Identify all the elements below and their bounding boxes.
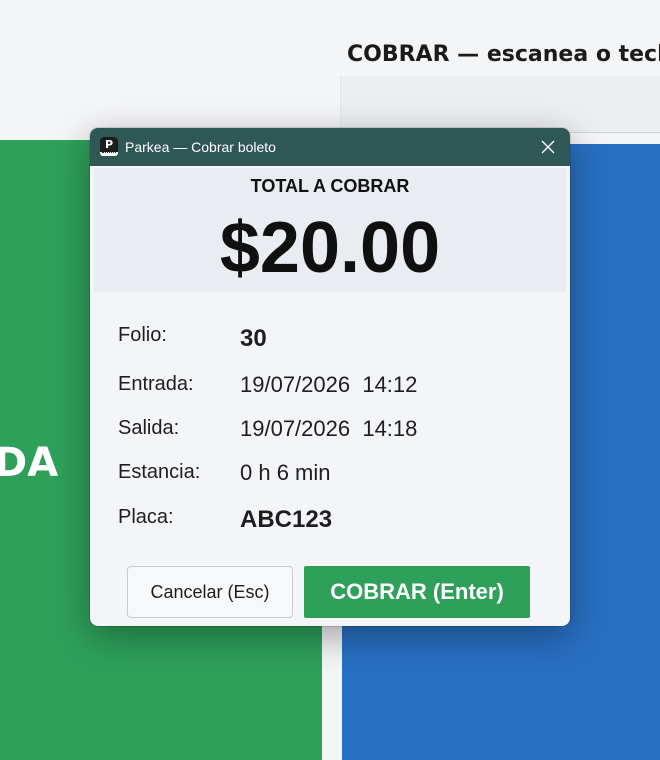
dialog-close-button[interactable] — [534, 134, 562, 160]
placa-label: Placa: — [118, 506, 174, 528]
estancia-value: 0 h 6 min — [240, 460, 331, 485]
charge-ticket-dialog: P Parkea — Cobrar boleto TOTAL A COBRAR … — [90, 128, 570, 626]
folio-value: 30 — [240, 325, 267, 352]
confirm-charge-button[interactable]: COBRAR (Enter) — [304, 566, 530, 618]
dialog-titlebar: P Parkea — Cobrar boleto — [90, 128, 570, 166]
salida-value: 19/07/2026 14:18 — [240, 416, 418, 441]
background-page-heading: COBRAR — escanea o tecle — [347, 42, 660, 67]
close-icon — [541, 140, 555, 154]
total-amount: $20.00 — [219, 208, 441, 288]
entrada-value: 19/07/2026 14:12 — [240, 372, 418, 397]
salida-label: Salida: — [118, 417, 180, 439]
total-label: TOTAL A COBRAR — [250, 176, 410, 196]
cancel-button[interactable]: Cancelar (Esc) — [127, 566, 293, 618]
estancia-label: Estancia: — [118, 461, 201, 483]
background-green-panel-text: DA — [0, 440, 59, 486]
placa-value: ABC123 — [240, 506, 333, 533]
total-panel: TOTAL A COBRAR $20.00 — [94, 168, 566, 292]
folio-label: Folio: — [118, 324, 167, 346]
background-scan-input[interactable] — [340, 76, 660, 133]
dialog-title: Parkea — Cobrar boleto — [125, 139, 276, 155]
parkea-app-icon: P — [100, 137, 118, 156]
entrada-label: Entrada: — [118, 373, 194, 395]
